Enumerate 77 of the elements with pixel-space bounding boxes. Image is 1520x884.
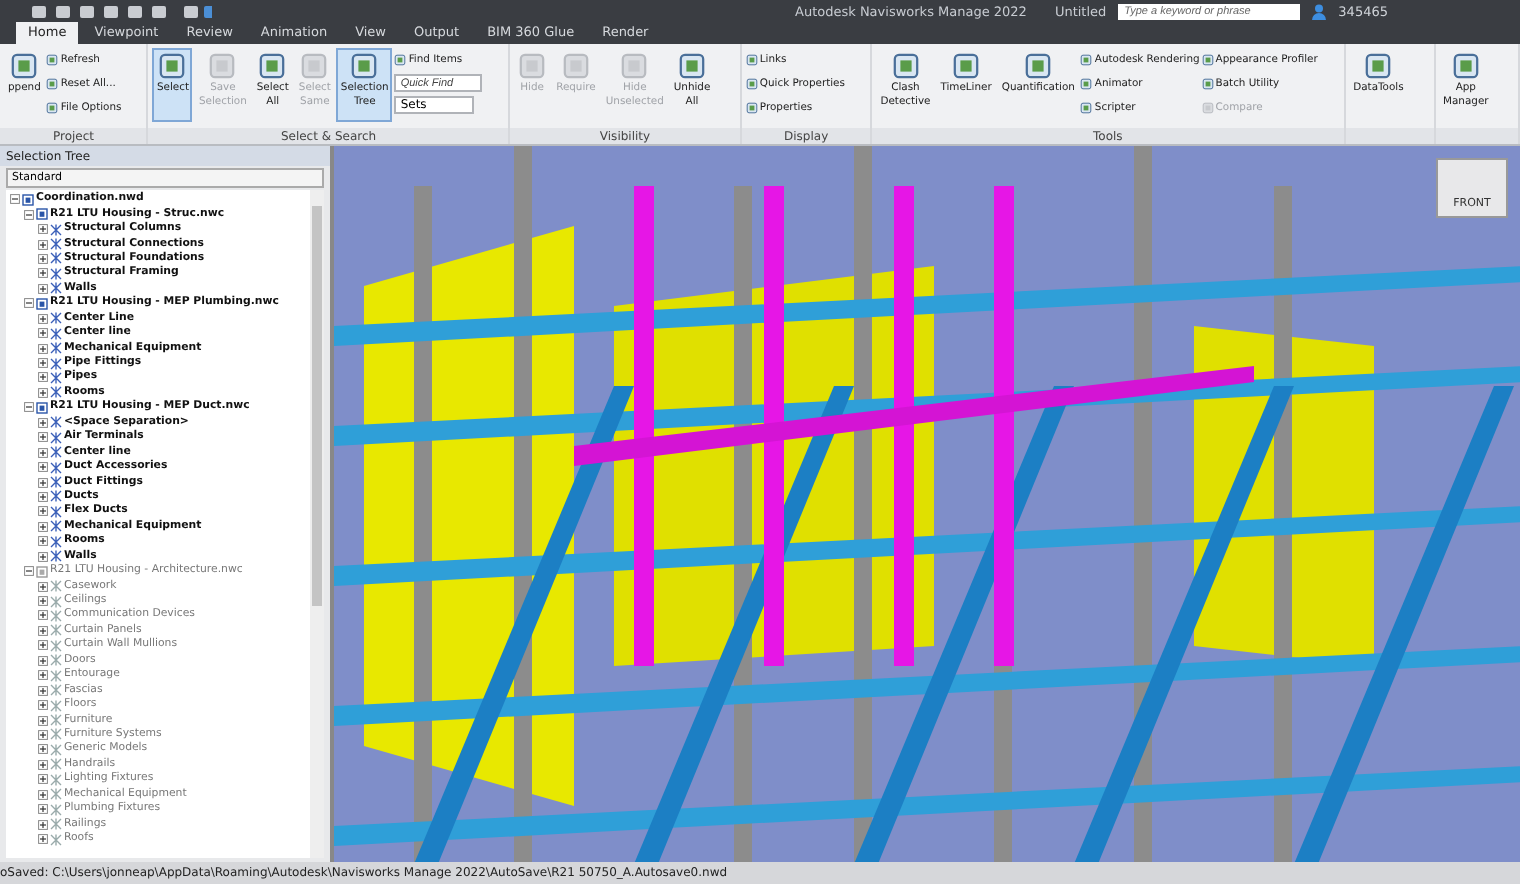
expand-icon[interactable] <box>38 834 48 845</box>
tool-icon <box>46 54 59 66</box>
tool-icon <box>1201 54 1214 66</box>
expand-icon[interactable] <box>38 477 48 488</box>
tool-icon <box>620 52 649 80</box>
expand-icon[interactable] <box>38 655 48 666</box>
tool-icon <box>745 102 758 114</box>
tool-icon <box>46 78 59 90</box>
scrollbar[interactable] <box>310 190 324 858</box>
tool-icon <box>1080 78 1093 90</box>
expand-icon[interactable] <box>38 819 48 830</box>
tool-icon <box>1451 52 1480 80</box>
expand-icon[interactable] <box>38 372 48 383</box>
collapse-icon[interactable] <box>10 194 20 205</box>
expand-icon[interactable] <box>38 417 48 428</box>
expand-icon[interactable] <box>38 715 48 726</box>
tool-icon <box>1080 54 1093 66</box>
tool-icon <box>300 52 329 80</box>
expand-icon[interactable] <box>38 462 48 473</box>
expand-icon[interactable] <box>38 625 48 636</box>
expand-icon[interactable] <box>38 283 48 294</box>
expand-icon[interactable] <box>38 729 48 740</box>
tool-icon <box>561 52 590 80</box>
collapse-icon[interactable] <box>24 209 34 220</box>
expand-icon[interactable] <box>38 268 48 279</box>
expand-icon[interactable] <box>38 253 48 264</box>
expand-icon[interactable] <box>38 447 48 458</box>
expand-icon[interactable] <box>38 358 48 369</box>
expand-icon[interactable] <box>38 685 48 696</box>
tool-icon <box>678 52 707 80</box>
expand-icon[interactable] <box>38 700 48 711</box>
expand-icon[interactable] <box>38 343 48 354</box>
collapse-icon[interactable] <box>24 298 34 309</box>
tool-icon <box>1364 52 1393 80</box>
tool-icon <box>745 78 758 90</box>
expand-icon[interactable] <box>38 506 48 517</box>
tool-icon <box>10 52 39 80</box>
tool-icon <box>1080 102 1093 114</box>
tool-icon <box>1201 102 1214 114</box>
expand-icon[interactable] <box>38 774 48 785</box>
expand-icon[interactable] <box>38 744 48 755</box>
file-icon <box>36 565 48 578</box>
expand-icon[interactable] <box>38 224 48 235</box>
tool-icon <box>518 52 547 80</box>
file-icon <box>36 401 48 414</box>
expand-icon[interactable] <box>38 521 48 532</box>
tool-icon <box>46 102 59 114</box>
expand-icon[interactable] <box>38 432 48 443</box>
tool-icon <box>158 52 187 80</box>
expand-icon[interactable] <box>38 804 48 815</box>
expand-icon[interactable] <box>38 328 48 339</box>
expand-icon[interactable] <box>38 551 48 562</box>
tool-icon <box>350 52 379 80</box>
expand-icon[interactable] <box>38 596 48 607</box>
tool-icon <box>208 52 237 80</box>
expand-icon[interactable] <box>38 387 48 398</box>
expand-icon[interactable] <box>38 491 48 502</box>
user-icon[interactable] <box>1312 3 1327 19</box>
collapse-icon[interactable] <box>24 402 34 413</box>
expand-icon[interactable] <box>38 313 48 324</box>
expand-icon[interactable] <box>38 610 48 621</box>
file-icon <box>36 297 48 310</box>
tool-icon <box>258 52 287 80</box>
expand-icon[interactable] <box>38 581 48 592</box>
tool-icon <box>891 52 920 80</box>
tool-icon <box>952 52 981 80</box>
expand-icon[interactable] <box>38 789 48 800</box>
expand-icon[interactable] <box>38 640 48 651</box>
tool-icon <box>745 54 758 66</box>
expand-icon[interactable] <box>38 536 48 547</box>
expand-icon[interactable] <box>38 670 48 681</box>
tool-icon <box>394 54 407 66</box>
collapse-icon[interactable] <box>24 566 34 577</box>
expand-icon[interactable] <box>38 759 48 770</box>
tool-icon <box>1024 52 1053 80</box>
expand-icon[interactable] <box>38 239 48 250</box>
tool-icon <box>1201 78 1214 90</box>
